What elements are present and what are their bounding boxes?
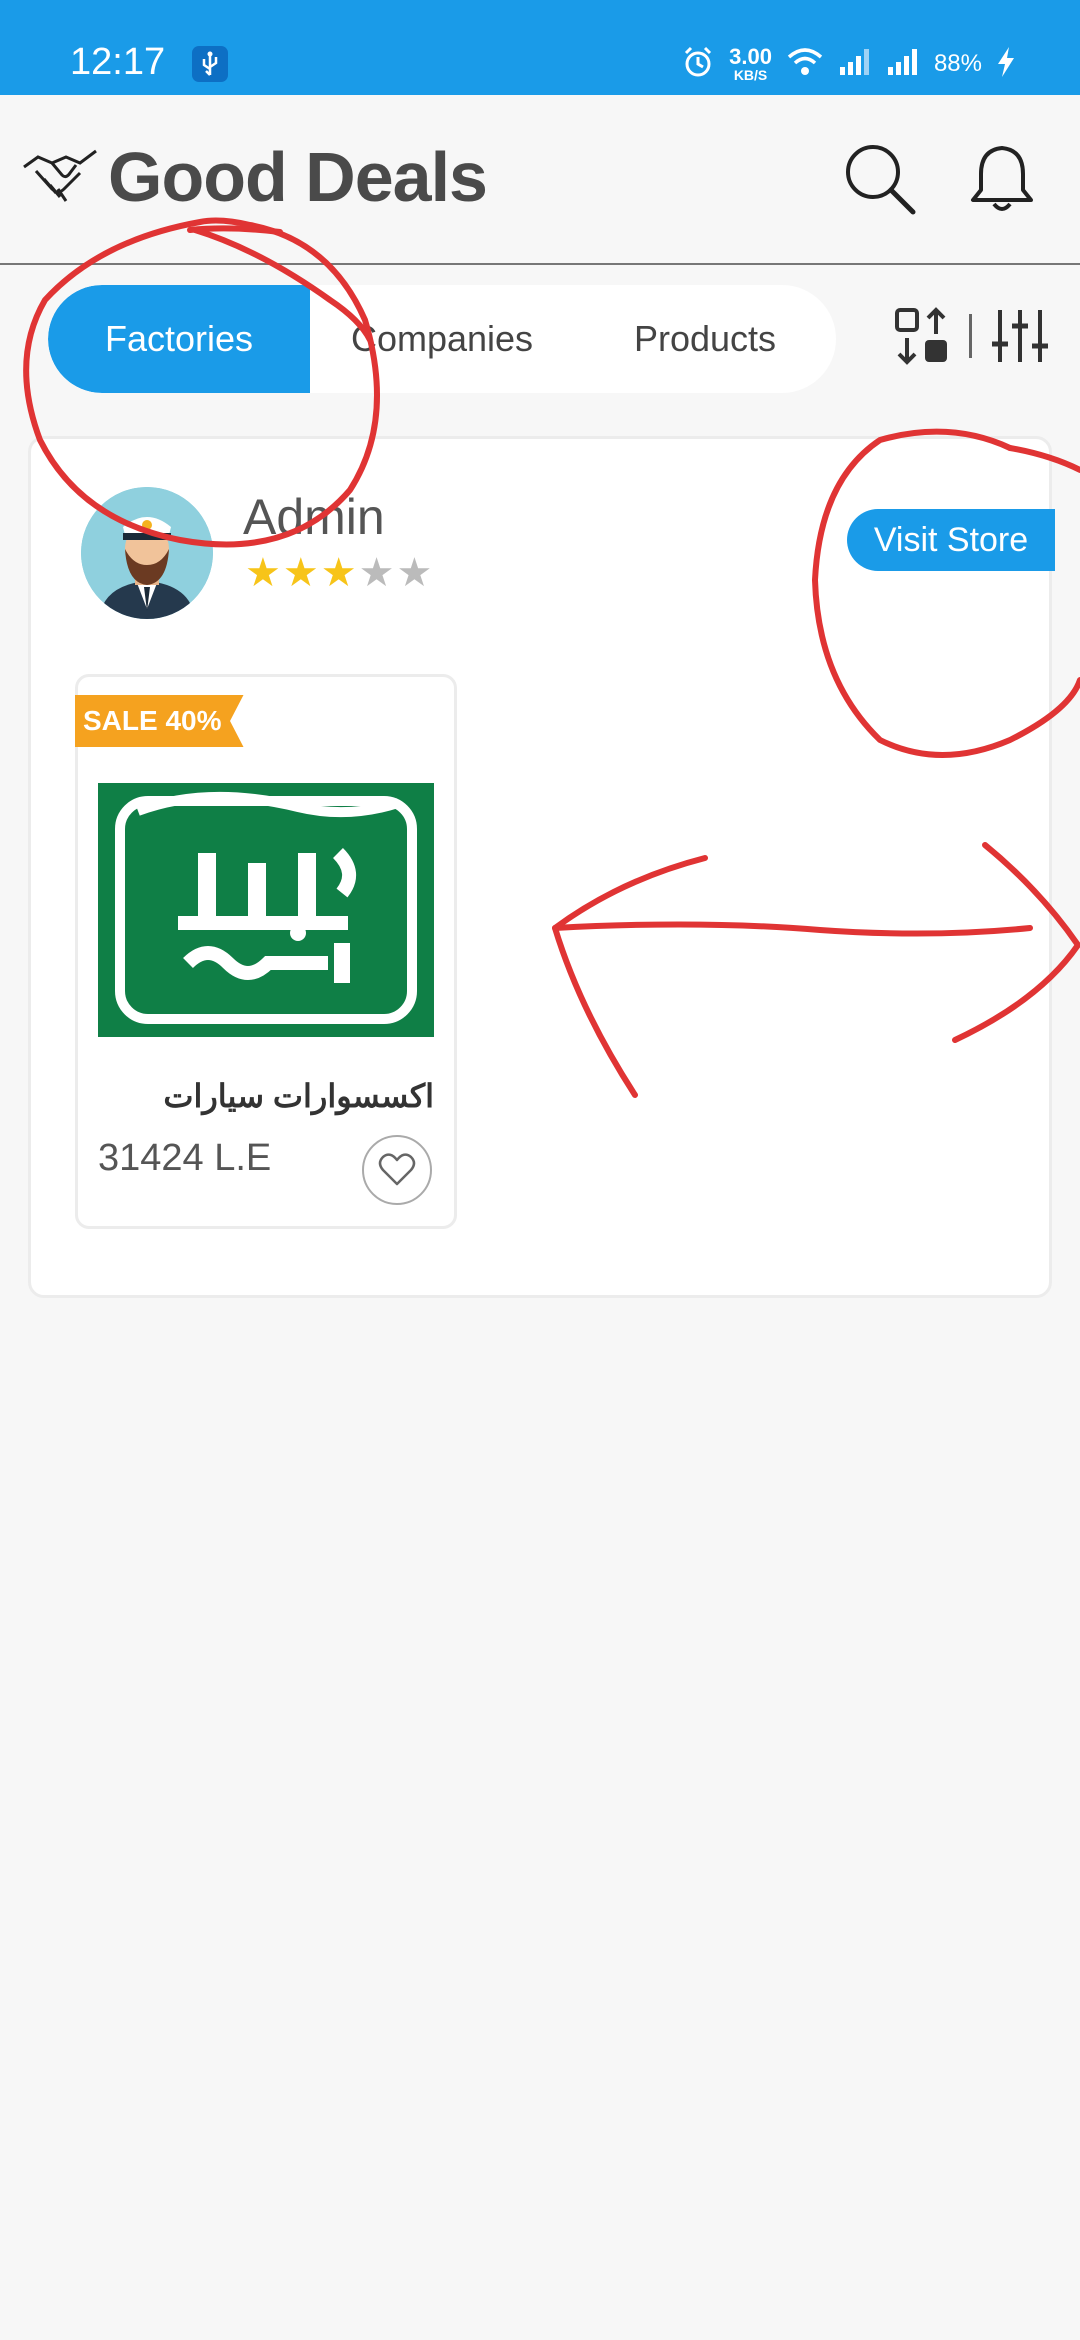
handshake-icon xyxy=(22,145,100,213)
product-name: اكسسوارات سيارات xyxy=(163,1078,434,1114)
alarm-icon xyxy=(681,45,715,84)
tab-products[interactable]: Products xyxy=(574,285,836,393)
store-rating: ★ ★ ★ ★ ★ xyxy=(245,551,432,595)
category-tabs: Factories Companies Products xyxy=(48,285,836,393)
visit-store-button[interactable]: Visit Store xyxy=(847,509,1055,571)
status-bar: 12:17 3.00 KB/S 88% xyxy=(0,0,1080,95)
battery-level: 88% xyxy=(933,50,982,77)
toolbar-divider xyxy=(969,314,972,358)
avatar xyxy=(81,487,213,619)
bell-icon xyxy=(971,146,1033,211)
charging-icon xyxy=(996,46,1016,83)
star-icon: ★ xyxy=(320,551,357,595)
star-icon: ★ xyxy=(245,551,281,595)
filter-button[interactable] xyxy=(988,304,1052,368)
net-speed-value: 3.00 xyxy=(729,44,772,69)
product-image xyxy=(98,783,434,1037)
sort-icon xyxy=(895,307,947,365)
star-icon: ★ xyxy=(358,551,395,595)
favorite-button[interactable] xyxy=(362,1135,432,1205)
heart-icon xyxy=(378,1153,416,1186)
search-icon xyxy=(846,145,916,215)
store-card: Admin ★ ★ ★ ★ ★ Visit Store SALE 40% اكس… xyxy=(28,436,1055,1298)
usb-icon xyxy=(192,46,228,82)
signal-icon xyxy=(886,47,920,82)
signal-icon xyxy=(838,47,872,82)
app-header: Good Deals xyxy=(0,95,1080,265)
product-card[interactable]: SALE 40% اكسسوارات سيارات 31424 L.E xyxy=(75,674,457,1229)
tab-factories[interactable]: Factories xyxy=(48,285,310,393)
sale-badge: SALE 40% xyxy=(75,695,244,747)
product-price: 31424 L.E xyxy=(98,1137,272,1179)
star-icon: ★ xyxy=(396,551,433,595)
net-speed: 3.00 KB/S xyxy=(729,44,772,83)
filter-sliders-icon xyxy=(992,310,1048,362)
net-speed-unit: KB/S xyxy=(733,67,768,83)
sort-button[interactable] xyxy=(890,304,954,368)
store-name: Admin xyxy=(243,489,385,545)
star-icon: ★ xyxy=(282,551,319,595)
search-button[interactable] xyxy=(840,139,920,219)
status-icons: 3.00 KB/S 88% xyxy=(681,44,1016,84)
notifications-button[interactable] xyxy=(962,139,1042,219)
tab-companies[interactable]: Companies xyxy=(310,285,574,393)
status-time: 12:17 xyxy=(70,41,166,83)
app-title: Good Deals xyxy=(108,138,488,216)
wifi-icon xyxy=(786,47,824,82)
